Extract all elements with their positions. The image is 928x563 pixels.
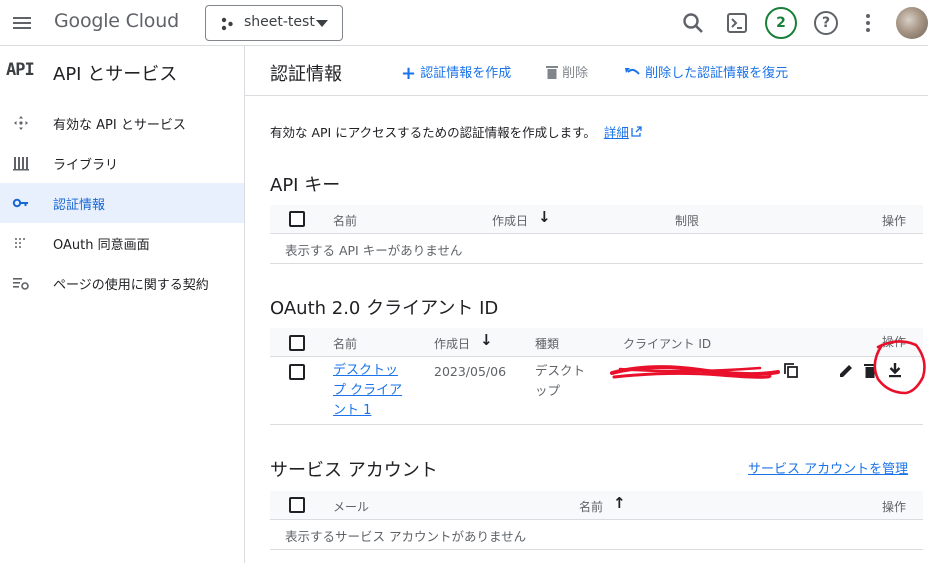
create-credentials-button[interactable]: + 認証情報を作成 bbox=[401, 62, 511, 84]
page-title: 認証情報 bbox=[270, 64, 342, 85]
learn-more-link[interactable]: 詳細 bbox=[604, 125, 642, 140]
row-checkbox[interactable] bbox=[289, 364, 305, 380]
menu-icon[interactable] bbox=[13, 14, 33, 32]
column-header-email[interactable]: メール bbox=[333, 498, 369, 515]
redacted-client-id bbox=[610, 365, 780, 379]
notification-badge[interactable]: 2 bbox=[765, 7, 797, 39]
trash-icon bbox=[546, 66, 558, 79]
client-name-line: プ クライア bbox=[333, 383, 403, 398]
edit-icon[interactable] bbox=[839, 363, 854, 378]
sort-desc-icon[interactable]: ↓ bbox=[480, 331, 493, 349]
client-type-line: ップ bbox=[535, 383, 561, 398]
google-cloud-logo[interactable]: Google Cloud bbox=[54, 10, 179, 32]
copy-icon[interactable] bbox=[784, 363, 798, 378]
undo-icon bbox=[625, 68, 640, 75]
column-header-client-id[interactable]: クライアント ID bbox=[623, 335, 711, 352]
column-header-name[interactable]: 名前 bbox=[333, 335, 357, 352]
intro-text-body: 有効な API にアクセスするための認証情報を作成します。 bbox=[270, 125, 596, 140]
logo-cloud-text: Cloud bbox=[125, 10, 179, 32]
created-date: 2023/05/06 bbox=[434, 364, 507, 379]
sidebar-item-enabled-apis[interactable]: 有効な API とサービス bbox=[0, 103, 244, 143]
sidebar-item-label: ページの使用に関する契約 bbox=[53, 278, 209, 293]
logo-google-text: Google bbox=[54, 10, 120, 32]
intro-text: 有効な API にアクセスするための認証情報を作成します。 詳細 bbox=[270, 122, 642, 141]
api-keys-empty-text: 表示する API キーがありません bbox=[285, 243, 463, 258]
top-bar: Google Cloud sheet-test 2 ? bbox=[0, 0, 928, 46]
library-icon bbox=[13, 157, 29, 171]
sidebar-item-library[interactable]: ライブラリ bbox=[0, 143, 244, 183]
client-name-line: ント 1 bbox=[333, 403, 372, 418]
more-vert-icon[interactable] bbox=[864, 13, 872, 33]
column-header-actions: 操作 bbox=[882, 500, 907, 514]
column-header-created[interactable]: 作成日 bbox=[492, 212, 528, 229]
oauth-title: OAuth 2.0 クライアント ID bbox=[270, 298, 499, 319]
consent-icon bbox=[15, 238, 25, 248]
service-accounts-title: サービス アカウント bbox=[270, 460, 438, 481]
oauth-table-header: 名前 作成日 ↓ 種類 クライアント ID 操作 bbox=[270, 328, 923, 357]
learn-more-label: 詳細 bbox=[603, 125, 629, 140]
dropdown-arrow-icon bbox=[316, 20, 328, 27]
sidebar-item-credentials[interactable]: 認証情報 bbox=[0, 183, 244, 223]
select-all-checkbox[interactable] bbox=[289, 211, 305, 227]
sidebar-item-label: 有効な API とサービス bbox=[53, 118, 186, 133]
sidebar-item-page-usage[interactable]: ページの使用に関する契約 bbox=[0, 263, 244, 303]
annotation-circle bbox=[873, 340, 926, 395]
sort-desc-icon[interactable]: ↓ bbox=[538, 208, 551, 226]
delete-label: 削除 bbox=[562, 66, 589, 81]
settings-list-icon bbox=[13, 278, 29, 290]
service-accounts-empty-text: 表示するサービス アカウントがありません bbox=[285, 529, 527, 544]
sidebar-title: API とサービス bbox=[53, 64, 178, 85]
sidebar-item-label: 認証情報 bbox=[53, 198, 106, 213]
sidebar-item-label: OAuth 同意画面 bbox=[53, 238, 150, 253]
project-selector-button[interactable]: sheet-test bbox=[205, 5, 343, 41]
terminal-icon[interactable] bbox=[726, 12, 748, 34]
column-header-actions: 操作 bbox=[882, 214, 907, 228]
table-row[interactable]: デスクトッ プ クライア ント 1 2023/05/06 デスクト ップ bbox=[270, 357, 923, 425]
sort-asc-icon[interactable]: ↑ bbox=[613, 494, 626, 512]
select-all-checkbox[interactable] bbox=[289, 335, 305, 351]
api-keys-empty-row: 表示する API キーがありません bbox=[270, 234, 923, 264]
api-badge-icon: API bbox=[6, 60, 35, 80]
restore-deleted-button[interactable]: 削除した認証情報を復元 bbox=[625, 62, 788, 81]
service-accounts-empty-row: 表示するサービス アカウントがありません bbox=[270, 520, 923, 550]
select-all-checkbox[interactable] bbox=[289, 497, 305, 513]
manage-service-accounts-link[interactable]: サービス アカウントを管理 bbox=[748, 458, 908, 477]
column-header-name[interactable]: 名前 bbox=[333, 212, 357, 229]
sidebar-item-oauth-consent[interactable]: OAuth 同意画面 bbox=[0, 223, 244, 263]
client-type-line: デスクト bbox=[535, 363, 586, 378]
create-credentials-label: 認証情報を作成 bbox=[420, 66, 512, 81]
key-icon bbox=[12, 198, 28, 208]
delete-button[interactable]: 削除 bbox=[546, 62, 588, 81]
help-icon[interactable]: ? bbox=[814, 11, 838, 35]
client-name-line: デスクトッ bbox=[333, 363, 399, 378]
column-header-type[interactable]: 種類 bbox=[535, 335, 559, 352]
plus-icon: + bbox=[401, 63, 417, 84]
external-link-icon bbox=[631, 126, 642, 137]
service-accounts-table-header: メール 名前 ↑ 操作 bbox=[270, 491, 923, 520]
column-header-created[interactable]: 作成日 bbox=[434, 335, 470, 352]
sidebar: API API とサービス 有効な API とサービス ライブラリ 認証情報 O… bbox=[0, 46, 245, 563]
sidebar-item-label: ライブラリ bbox=[53, 158, 119, 173]
column-header-name[interactable]: 名前 bbox=[579, 498, 603, 515]
api-keys-table-header: 名前 作成日 ↓ 制限 操作 bbox=[270, 205, 923, 234]
avatar[interactable] bbox=[896, 7, 928, 39]
client-name-link[interactable]: デスクトッ プ クライア ント 1 bbox=[333, 361, 402, 421]
project-icon bbox=[221, 17, 233, 31]
services-icon bbox=[14, 116, 28, 130]
api-keys-title: API キー bbox=[270, 175, 341, 196]
restore-deleted-label: 削除した認証情報を復元 bbox=[645, 66, 789, 81]
project-name: sheet-test bbox=[244, 14, 315, 30]
client-type: デスクト ップ bbox=[535, 361, 585, 401]
column-header-restrictions[interactable]: 制限 bbox=[675, 212, 699, 229]
search-icon[interactable] bbox=[682, 12, 704, 34]
